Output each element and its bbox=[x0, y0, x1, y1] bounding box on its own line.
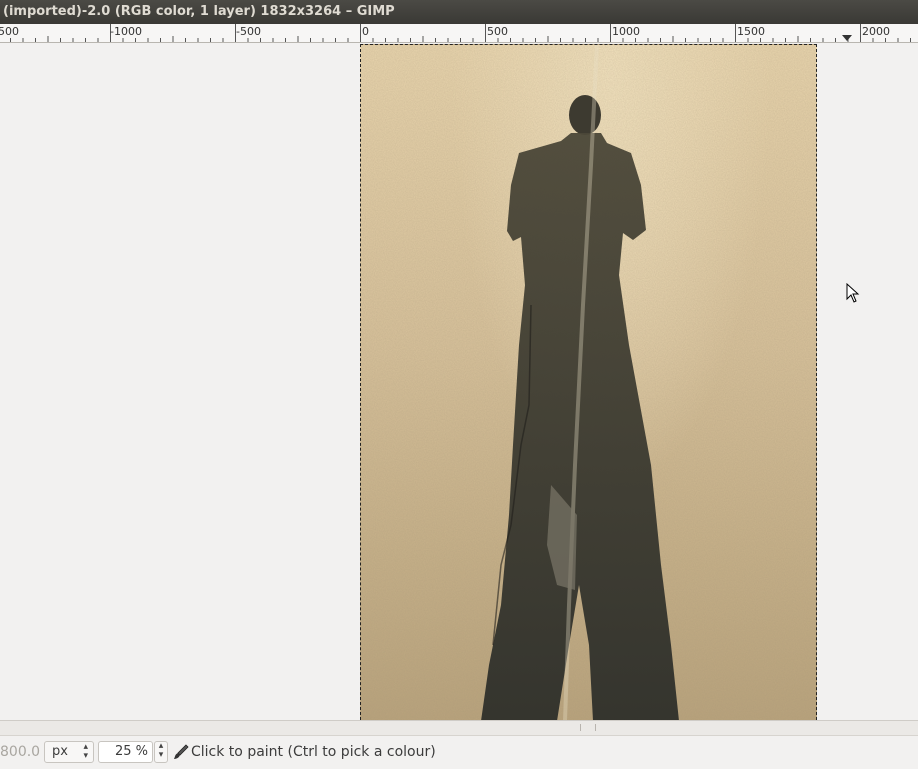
scrollbar-grip[interactable] bbox=[580, 724, 596, 731]
ruler-label: 1000 bbox=[612, 25, 640, 38]
horizontal-scrollbar[interactable] bbox=[0, 720, 918, 735]
zoom-stepper[interactable]: ▴ ▾ bbox=[154, 741, 168, 763]
mouse-pointer-icon bbox=[846, 283, 860, 303]
status-message: Click to paint (Ctrl to pick a colour) bbox=[191, 744, 436, 760]
window-titlebar[interactable]: (imported)-2.0 (RGB color, 1 layer) 1832… bbox=[0, 0, 918, 24]
ruler-label: 2000 bbox=[862, 25, 890, 38]
ruler-label: -1000 bbox=[110, 25, 142, 38]
ruler-ticks: 500 -1000 -500 0 500 1000 1500 2000 bbox=[0, 24, 911, 42]
ruler-label: 500 bbox=[487, 25, 508, 38]
image-layer[interactable] bbox=[360, 44, 817, 720]
ruler-label: 0 bbox=[362, 25, 369, 38]
ruler-label: 1500 bbox=[737, 25, 765, 38]
zoom-value: 25 % bbox=[114, 744, 148, 759]
image-canvas-area[interactable] bbox=[0, 43, 918, 720]
unit-value: px bbox=[52, 744, 68, 759]
paintbrush-icon bbox=[174, 744, 189, 759]
triangle-down-icon[interactable] bbox=[842, 35, 852, 41]
spin-arrows-icon: ▴ ▾ bbox=[83, 742, 88, 761]
window-title: (imported)-2.0 (RGB color, 1 layer) 1832… bbox=[3, 4, 395, 19]
unit-select[interactable]: px ▴ ▾ bbox=[44, 741, 94, 763]
photo-shadow-image bbox=[361, 45, 816, 720]
pointer-coordinates: 800.0 bbox=[0, 744, 41, 760]
horizontal-ruler[interactable]: 500 -1000 -500 0 500 1000 1500 2000 bbox=[0, 24, 918, 43]
ruler-label: -500 bbox=[236, 25, 261, 38]
statusbar: 800.0 px ▴ ▾ 25 % ▴ ▾ Click to paint (Ctrl… bbox=[0, 735, 918, 769]
ruler-label: 500 bbox=[0, 25, 19, 38]
zoom-input[interactable]: 25 % bbox=[98, 741, 153, 763]
